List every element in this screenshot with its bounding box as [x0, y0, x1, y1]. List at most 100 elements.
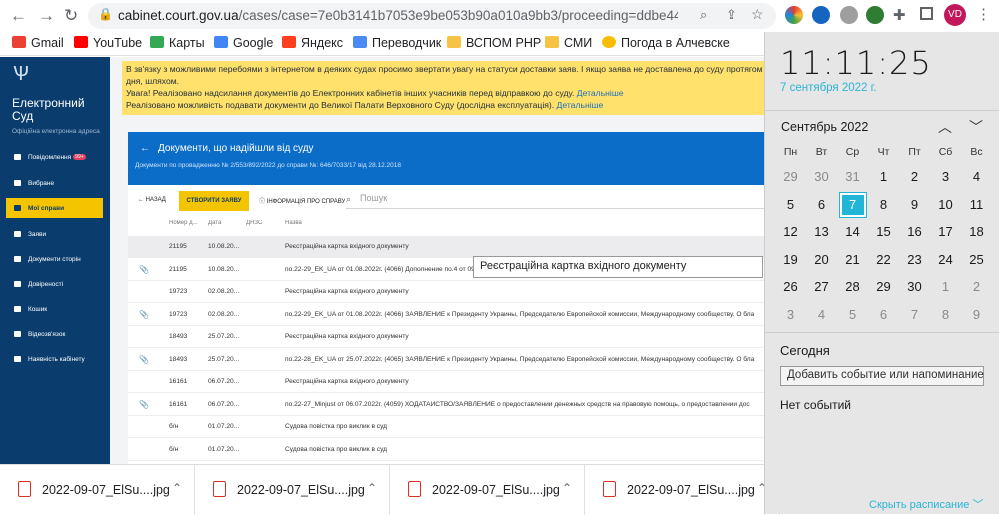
calendar-day[interactable]: 16	[899, 218, 930, 245]
sidebar-item-cabinet-availability[interactable]: Наявність кабінету	[6, 349, 103, 369]
hide-schedule-link[interactable]: Скрыть расписание ﹀	[869, 496, 983, 512]
extensions-puzzle-icon[interactable]: ✚	[893, 6, 906, 24]
case-info-button[interactable]: ⓘ ІНФОРМАЦІЯ ПРО СПРАВУ	[259, 196, 345, 205]
calendar-day[interactable]: 27	[806, 273, 837, 300]
share-icon[interactable]: ⇪	[726, 7, 737, 23]
chevron-up-icon[interactable]: ⌃	[172, 481, 182, 495]
reload-icon[interactable]: ↻	[64, 6, 78, 26]
calendar-day[interactable]: 4	[961, 163, 992, 190]
create-application-button[interactable]: СТВОРИТИ ЗАЯВУ	[179, 191, 249, 211]
calendar-day[interactable]: 5	[775, 191, 806, 218]
download-item[interactable]: 2022-09-07_ElSu....jpg ⌃	[0, 465, 195, 515]
col-name[interactable]: Назва	[285, 220, 302, 226]
table-row[interactable]: б/н 01.07.20... Судова повістка про виклик…	[128, 439, 764, 461]
calendar-day[interactable]: 30	[899, 273, 930, 300]
col-date[interactable]: Дата	[208, 220, 221, 226]
calendar-day[interactable]: 28	[837, 273, 868, 300]
bookmark-star-icon[interactable]: ☆	[751, 6, 764, 23]
calendar-month[interactable]: Сентябрь 2022	[781, 120, 868, 134]
calendar-day[interactable]: 2	[899, 163, 930, 190]
calendar-day[interactable]: 3	[930, 163, 961, 190]
table-row[interactable]: 📎 18493 25.07.20... по.22-28_EK_UA от 25.07…	[128, 349, 764, 371]
sidebar-item-applications[interactable]: Заяви	[6, 224, 103, 244]
calendar-day[interactable]: 7	[899, 301, 930, 328]
calendar-day[interactable]: 11	[961, 191, 992, 218]
calendar-day[interactable]: 9	[899, 191, 930, 218]
calendar-day[interactable]: 12	[775, 218, 806, 245]
calendar-day[interactable]: 15	[868, 218, 899, 245]
calendar-day[interactable]: 8	[868, 191, 899, 218]
chevron-down-icon[interactable]: ﹀	[969, 117, 983, 137]
sidebar-item-powers-of-attorney[interactable]: Довіреності	[6, 274, 103, 294]
search-input[interactable]: Пошук	[346, 193, 764, 209]
bookmark-yandex[interactable]: Яндекс	[282, 36, 343, 50]
profile-avatar[interactable]: VD	[944, 4, 966, 26]
calendar-day[interactable]: 21	[837, 246, 868, 273]
extension-green-icon[interactable]	[866, 6, 884, 24]
bookmark-youtube[interactable]: YouTube	[74, 36, 142, 50]
sidebar-item-party-documents[interactable]: Документи сторін	[6, 249, 103, 269]
clock-date[interactable]: 7 сентября 2022 г.	[780, 82, 877, 94]
calendar-day[interactable]: 4	[806, 301, 837, 328]
back-arrow-icon[interactable]: ←	[10, 6, 27, 26]
calendar-day[interactable]: 1	[868, 163, 899, 190]
table-row[interactable]: 19723 02.08.20... Реєстраційна картка вхід…	[128, 281, 764, 303]
calendar-day[interactable]: 5	[837, 301, 868, 328]
calendar-day[interactable]: 26	[775, 273, 806, 300]
chevron-up-icon[interactable]: ⌃	[367, 481, 377, 495]
back-button[interactable]: ← НАЗАД	[138, 197, 166, 203]
forward-arrow-icon[interactable]: →	[38, 6, 55, 26]
calendar-day[interactable]: 2	[961, 273, 992, 300]
calendar-day[interactable]: 24	[930, 246, 961, 273]
calendar-day[interactable]: 17	[930, 218, 961, 245]
table-row[interactable]: 18493 25.07.20... Реєстраційна картка вхід…	[128, 326, 764, 348]
download-item[interactable]: 2022-09-07_ElSu....jpg ⌃	[585, 465, 780, 515]
calendar-day[interactable]: 3	[775, 301, 806, 328]
bookmark-translator[interactable]: Переводчик	[353, 36, 441, 50]
menu-kebab-icon[interactable]: ⋮	[976, 5, 991, 23]
zoom-icon[interactable]: ⌕	[700, 7, 707, 23]
calendar-day[interactable]: 8	[930, 301, 961, 328]
calendar-day[interactable]: 20	[806, 246, 837, 273]
calendar-day-today[interactable]: 7	[837, 191, 868, 218]
table-row[interactable]: 📎 19723 02.08.20... по.22-29_EK_UA от 01.08…	[128, 304, 764, 326]
extension-globe-icon[interactable]	[840, 6, 858, 24]
chevron-up-icon[interactable]: ⌃	[562, 481, 572, 495]
calendar-day[interactable]: 29	[775, 163, 806, 190]
table-row[interactable]: б/н 01.07.20... Судова повістка про виклик…	[128, 416, 764, 438]
sidebar-item-video[interactable]: Відеозв'язок	[6, 324, 103, 344]
calendar-day[interactable]: 23	[899, 246, 930, 273]
add-event-input[interactable]: Добавить событие или напоминание	[780, 366, 984, 386]
download-item[interactable]: 2022-09-07_ElSu....jpg ⌃	[390, 465, 585, 515]
calendar-day[interactable]: 19	[775, 246, 806, 273]
bookmark-vspom[interactable]: ВСПОМ РНР	[447, 36, 541, 50]
calendar-day[interactable]: 29	[868, 273, 899, 300]
details-link[interactable]: Детальніше	[557, 100, 604, 110]
download-item[interactable]: 2022-09-07_ElSu....jpg ⌃	[195, 465, 390, 515]
bookmark-weather[interactable]: Погода в Алчевске	[602, 36, 730, 50]
calendar-day[interactable]: 25	[961, 246, 992, 273]
extension-infinity-icon[interactable]	[812, 6, 830, 24]
calendar-day[interactable]: 6	[868, 301, 899, 328]
calendar-day[interactable]: 10	[930, 191, 961, 218]
table-row[interactable]: 21195 10.08.20... Реєстраційна картка вхід…	[128, 236, 764, 258]
col-dnzs[interactable]: ДНЗС	[246, 220, 262, 226]
calendar-day[interactable]: 31	[837, 163, 868, 190]
calendar-day[interactable]: 30	[806, 163, 837, 190]
address-bar[interactable]: 🔒 cabinet.court.gov.ua/cases/case=7e0b31…	[88, 3, 776, 29]
bookmark-google[interactable]: Google	[214, 36, 273, 50]
sidebar-item-wallet[interactable]: Кошик	[6, 299, 103, 319]
bookmark-smi[interactable]: СМИ	[545, 36, 592, 50]
calendar-day[interactable]: 13	[806, 218, 837, 245]
bookmark-gmail[interactable]: Gmail	[12, 36, 64, 50]
calendar-day[interactable]: 1	[930, 273, 961, 300]
side-panel-icon[interactable]	[920, 7, 933, 20]
calendar-day[interactable]: 14	[837, 218, 868, 245]
calendar-day[interactable]: 18	[961, 218, 992, 245]
table-row[interactable]: 16161 06.07.20... Реєстраційна картка вхід…	[128, 371, 764, 393]
bookmark-maps[interactable]: Карты	[150, 36, 205, 50]
chevron-up-icon[interactable]: ︿	[938, 117, 952, 137]
sidebar-item-favorites[interactable]: Вибране	[6, 173, 103, 193]
calendar-day[interactable]: 22	[868, 246, 899, 273]
calendar-day[interactable]: 9	[961, 301, 992, 328]
